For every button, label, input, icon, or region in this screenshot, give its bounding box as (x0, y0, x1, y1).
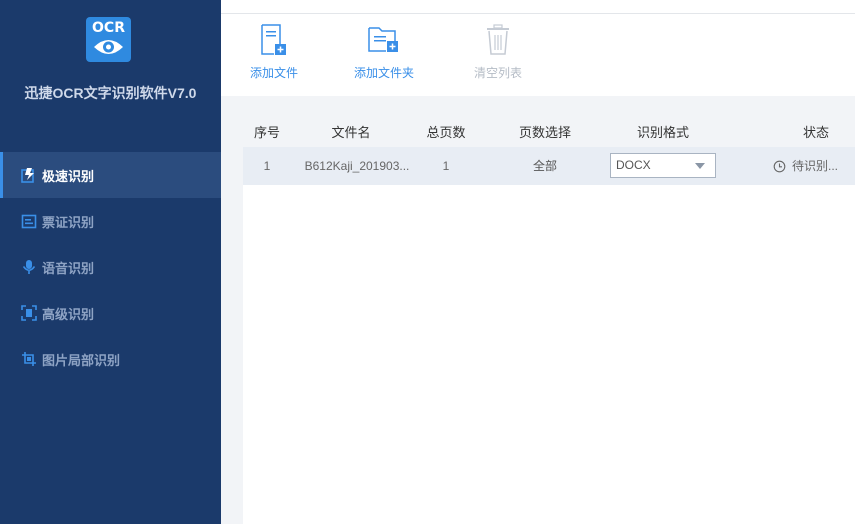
column-header-page-select: 页数选择 (518, 125, 571, 140)
clear-list-button[interactable]: 清空列表 (474, 24, 522, 81)
column-header-status: 状态 (802, 125, 829, 140)
file-table: 序号 文件名 总页数 页数选择 识别格式 状态 1 B612Kaji_20190… (243, 119, 855, 524)
clear-list-label: 清空列表 (474, 66, 523, 80)
scan-frame-icon (20, 304, 38, 322)
add-file-icon (261, 24, 286, 55)
sidebar-item-ticket-recognition[interactable]: 票证识别 (0, 198, 221, 244)
table-header: 序号 文件名 总页数 页数选择 识别格式 状态 (243, 119, 855, 147)
cell-index: 1 (263, 159, 271, 173)
clock-icon (773, 160, 786, 172)
add-folder-icon (368, 27, 398, 52)
format-select-value: DOCX (616, 158, 651, 172)
table-row[interactable]: 1 B612Kaji_201903... 1 全部 DOCX 待识别... (243, 147, 855, 185)
add-file-label: 添加文件 (250, 66, 299, 80)
logo-text: OCR (92, 20, 125, 36)
cell-status: 待识别... (773, 147, 838, 185)
format-select[interactable]: DOCX (610, 153, 716, 178)
app-title: 迅捷OCR文字识别软件V7.0 (24, 85, 197, 101)
column-header-filename: 文件名 (331, 125, 371, 140)
app-logo: OCR (86, 17, 131, 62)
sidebar-item-label: 图片局部识别 (42, 352, 121, 368)
sidebar-item-label: 高级识别 (42, 306, 95, 322)
column-header-format: 识别格式 (636, 125, 689, 140)
sidebar-item-voice-recognition[interactable]: 语音识别 (0, 244, 221, 290)
microphone-icon (20, 258, 38, 276)
add-folder-button[interactable]: 添加文件夹 (354, 24, 414, 81)
sidebar: OCR 迅捷OCR文字识别软件V7.0 极速识别 票证识别 语音识别 高级识别 … (0, 0, 221, 524)
toolbar: 添加文件 添加文件夹 清空列表 (221, 14, 855, 96)
add-folder-label: 添加文件夹 (354, 66, 415, 80)
sidebar-item-label: 极速识别 (42, 168, 95, 184)
sidebar-item-label: 语音识别 (42, 260, 95, 276)
sidebar-item-fast-recognition[interactable]: 极速识别 (0, 152, 221, 198)
cell-page-select[interactable]: 全部 (505, 147, 585, 185)
sidebar-item-advanced-recognition[interactable]: 高级识别 (0, 290, 221, 336)
sidebar-nav: 极速识别 票证识别 语音识别 高级识别 图片局部识别 (0, 152, 221, 382)
column-header-total-pages: 总页数 (426, 125, 466, 140)
image-crop-icon (20, 350, 38, 368)
sidebar-item-label: 票证识别 (42, 214, 95, 230)
column-header-index: 序号 (253, 125, 280, 140)
cell-filename: B612Kaji_201903... (304, 159, 410, 173)
eye-icon (94, 40, 123, 54)
status-text: 待识别... (792, 159, 839, 173)
trash-icon (487, 24, 509, 55)
chevron-down-icon (695, 163, 705, 169)
cell-total-pages: 1 (442, 159, 450, 173)
fast-recognition-icon (20, 166, 38, 184)
ticket-icon (20, 212, 38, 230)
add-file-button[interactable]: 添加文件 (250, 24, 298, 81)
window-top-strip (221, 0, 855, 14)
sidebar-item-image-partial-recognition[interactable]: 图片局部识别 (0, 336, 221, 382)
